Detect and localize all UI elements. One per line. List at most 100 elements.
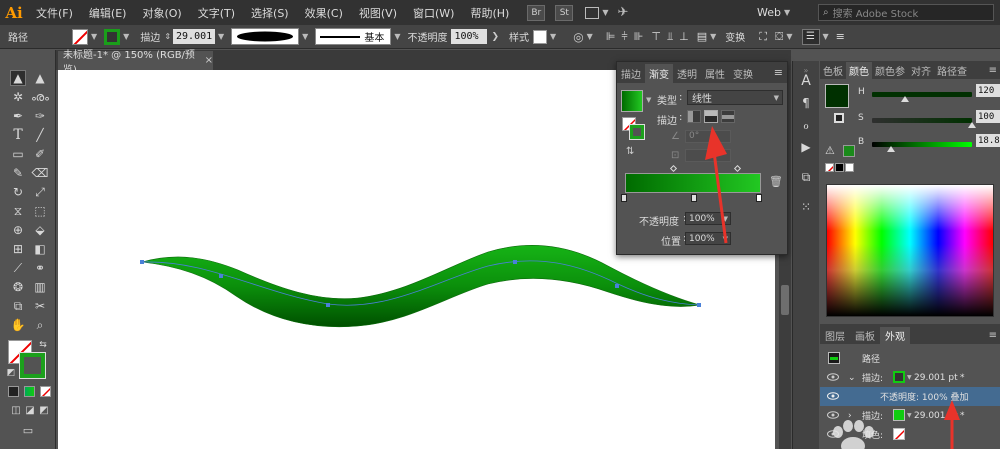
color-spectrum[interactable] [826, 184, 994, 317]
selection-tool-icon[interactable]: ▲ [10, 70, 26, 86]
saturation-slider-track[interactable] [872, 118, 972, 123]
paintbrush-tool-icon[interactable]: ✐ [32, 146, 48, 162]
tab-appearance[interactable]: 外观 [880, 327, 910, 344]
eyedropper-tool-icon[interactable]: ⟋ [10, 260, 26, 276]
screen-mode-icon[interactable]: ▭ [20, 422, 36, 438]
tab-transparency[interactable]: 透明 [673, 64, 701, 83]
paragraph-styles-icon[interactable]: A [798, 73, 814, 89]
menu-object[interactable]: 对象(O) [134, 5, 189, 21]
direct-selection-tool-icon[interactable]: ▲ [32, 70, 48, 86]
isolate-icon[interactable]: ⛶ [759, 30, 767, 44]
anchor-point[interactable] [140, 260, 144, 264]
menu-view[interactable]: 视图(V) [351, 5, 405, 21]
align-vcenter-icon[interactable]: ⫫ [667, 30, 673, 44]
symbols-icon[interactable]: ⁙ [798, 199, 814, 215]
anchor-point[interactable] [697, 303, 701, 307]
stock-button[interactable]: St [555, 4, 574, 21]
curvature-tool-icon[interactable]: ✑ [32, 108, 48, 124]
stroke-row-label[interactable]: 描边: [862, 371, 883, 384]
play-action-icon[interactable]: ▶ [798, 139, 814, 155]
links-icon[interactable]: ⧉ [798, 169, 814, 185]
workspace-switcher[interactable]: Web ▼ [757, 0, 793, 25]
document-tab[interactable]: 未标题-1* @ 150% (RGB/预览) × [58, 50, 213, 76]
tab-color-guide[interactable]: 颜色参 [872, 62, 908, 79]
bridge-button[interactable]: Br [527, 4, 546, 21]
lasso-tool-icon[interactable]: ൟ [31, 89, 49, 105]
tab-color[interactable]: 颜色 [846, 62, 872, 79]
shape-builder-tool-icon[interactable]: ⊕ [10, 222, 26, 238]
close-tab-icon[interactable]: × [205, 55, 213, 66]
gradient-tool-icon[interactable]: ◧ [32, 241, 48, 257]
scale-tool-icon[interactable]: ⤢ [32, 184, 48, 200]
midpoint-diamond[interactable] [669, 164, 678, 173]
appearance-opacity-row[interactable]: 不透明度: 100% 叠加 [820, 387, 1000, 406]
default-fill-stroke-icon[interactable]: ◩ [6, 368, 16, 378]
tab-gradient[interactable]: 渐变 [645, 64, 673, 83]
stroke2-row-swatch[interactable] [893, 409, 905, 421]
fill-none-swatch[interactable] [72, 28, 88, 45]
variable-width-profile[interactable] [231, 28, 300, 45]
fill-caret-icon[interactable]: ▼ [91, 32, 97, 41]
envelope-caret-icon[interactable]: ▼ [786, 32, 792, 41]
scroll-thumb[interactable] [781, 285, 789, 315]
current-color-swatch[interactable] [825, 84, 849, 108]
anchor-point[interactable] [513, 260, 517, 264]
width-tool-icon[interactable]: ⧖ [10, 203, 26, 219]
menu-effect[interactable]: 效果(C) [297, 5, 351, 21]
blend-tool-icon[interactable]: ⚭ [32, 260, 48, 276]
tab-swatches[interactable]: 色板 [820, 62, 846, 79]
stroke-weight-input[interactable]: 29.001 [173, 29, 216, 44]
appearance-menu-icon[interactable]: ≡ [989, 330, 997, 341]
stroke-weight-caret-icon[interactable]: ▼ [218, 32, 224, 41]
tab-pathfinder[interactable]: 路径查 [934, 62, 970, 79]
stock-search-input[interactable]: ⌕ 搜索 Adobe Stock [818, 4, 994, 21]
brightness-value-input[interactable]: 18.82 [976, 134, 1000, 147]
panel-layout-icon[interactable]: ☰ [801, 28, 820, 45]
zoom-tool-icon[interactable]: ⌕ [32, 317, 48, 333]
envelope-icon[interactable]: ⛋ [775, 30, 783, 44]
anchor-point[interactable] [615, 284, 619, 288]
opacity-input[interactable]: 100% [451, 29, 488, 44]
stroke-swatch[interactable] [20, 353, 45, 378]
align-right-icon[interactable]: ⊪ [634, 30, 644, 43]
hue-slider-track[interactable] [872, 92, 972, 97]
menu-select[interactable]: 选择(S) [243, 5, 297, 21]
mesh-tool-icon[interactable]: ⊞ [10, 241, 26, 257]
recolor-caret-icon[interactable]: ▼ [587, 32, 593, 41]
anchor-point[interactable] [326, 303, 330, 307]
arrange-docs-icon[interactable] [585, 6, 600, 19]
stroke-caret-icon[interactable]: ▼ [123, 32, 129, 41]
stroke2-row-caret-icon[interactable]: ▼ [907, 412, 912, 419]
draw-inside-icon[interactable]: ◩ [36, 403, 52, 419]
white-swatch[interactable] [845, 163, 854, 172]
stroke-row-swatch[interactable] [893, 371, 905, 383]
tab-attributes[interactable]: 属性 [701, 64, 729, 83]
magic-wand-tool-icon[interactable]: ✲ [10, 89, 26, 105]
symbol-sprayer-tool-icon[interactable]: ❂ [10, 279, 26, 295]
paragraph-icon[interactable]: ¶ [798, 95, 814, 111]
hue-value-input[interactable]: 120 [976, 84, 1000, 97]
free-transform-tool-icon[interactable]: ⬚ [32, 203, 48, 219]
stroke-weight-stepper-icon[interactable]: ⇕ [164, 32, 171, 41]
hand-tool-icon[interactable]: ✋ [10, 317, 26, 333]
gradient-preview-caret-icon[interactable]: ▼ [646, 96, 651, 104]
tab-transform[interactable]: 变换 [729, 64, 757, 83]
appearance-stroke-row[interactable]: ⌄ 描边: ▼ 29.001 pt * [820, 368, 1000, 387]
shaper-tool-icon[interactable]: ✎ [10, 165, 26, 181]
color-mode-button[interactable] [8, 386, 19, 397]
panel-menu-icon[interactable]: ≡ [774, 66, 783, 79]
align-top-icon[interactable]: ⊤ [651, 30, 661, 43]
artboard-tool-icon[interactable]: ⧉ [10, 298, 26, 314]
menu-file[interactable]: 文件(F) [28, 5, 81, 21]
gradient-type-select[interactable]: 线性 ▼ [687, 90, 783, 105]
tab-layers[interactable]: 图层 [820, 327, 850, 344]
arrange-docs-caret-icon[interactable]: ▼ [602, 8, 608, 17]
transform-label[interactable]: 变换 [725, 29, 745, 44]
stroke-gradient-swatch[interactable] [104, 28, 121, 45]
tab-align[interactable]: 对齐 [908, 62, 934, 79]
gradient-stop-right[interactable] [756, 194, 762, 202]
saturation-value-input[interactable]: 100 [976, 110, 1000, 123]
none-mode-button[interactable] [40, 386, 51, 397]
style-caret-icon[interactable]: ▼ [550, 32, 556, 41]
gpu-performance-icon[interactable]: ✈ [617, 5, 628, 20]
